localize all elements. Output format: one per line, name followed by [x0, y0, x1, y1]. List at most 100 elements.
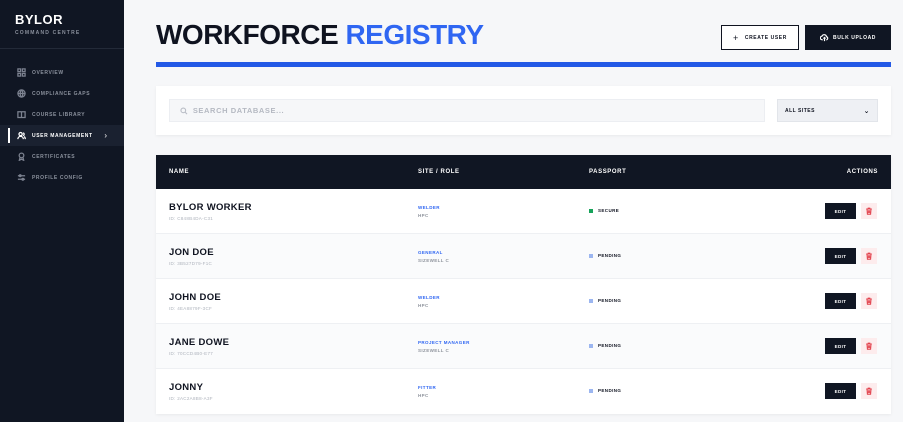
- user-id: ID: 3B527D79-F1C: [169, 261, 213, 266]
- column-header-passport: PASSPORT: [589, 169, 627, 175]
- status-dot: [589, 298, 593, 303]
- create-user-label: CREATE USER: [744, 34, 787, 41]
- table-row: JANE DOWE ID: 70CCD4B0-E77 PROJECT MANAG…: [156, 324, 891, 369]
- passport-status: PENDING: [589, 253, 621, 258]
- edit-button[interactable]: EDIT: [825, 338, 856, 354]
- sidebar-item-label: OVERVIEW: [32, 69, 64, 76]
- table-header: NAME SITE / ROLE PASSPORT ACTIONS: [156, 155, 891, 189]
- brand: BYLOR COMMAND CENTRE: [0, 0, 124, 36]
- sidebar-item-label: CERTIFICATES: [32, 153, 76, 160]
- user-id: ID: C848B4DA-C31: [169, 216, 214, 221]
- users-icon: [17, 131, 26, 140]
- page-title-part2: REGISTRY: [345, 19, 484, 50]
- passport-status-label: PENDING: [598, 388, 622, 393]
- user-role: GENERAL: [418, 250, 443, 255]
- user-name: JOHN DOE: [169, 292, 222, 303]
- trash-icon: [866, 387, 872, 395]
- edit-button[interactable]: EDIT: [825, 293, 856, 309]
- delete-button[interactable]: [861, 203, 877, 219]
- plus-icon: +: [733, 32, 739, 43]
- column-header-site-role: SITE / ROLE: [418, 169, 460, 175]
- user-role: WELDER: [418, 205, 440, 210]
- grid-icon: [17, 68, 26, 77]
- search-icon: [180, 106, 188, 115]
- table-row: JON DOE ID: 3B527D79-F1C GENERAL SIZEWEL…: [156, 234, 891, 279]
- bulk-upload-label: BULK UPLOAD: [833, 34, 876, 41]
- user-id: ID: 2AC2A8B8-A3F: [169, 396, 213, 401]
- status-dot: [589, 388, 593, 393]
- user-site: HPC: [418, 303, 429, 308]
- page-title-part1: WORKFORCE: [156, 19, 339, 50]
- edit-button[interactable]: EDIT: [825, 383, 856, 399]
- book-icon: [17, 110, 26, 119]
- edit-button[interactable]: EDIT: [825, 203, 856, 219]
- sidebar-item-user-management[interactable]: USER MANAGEMENT ›: [0, 125, 124, 146]
- edit-button[interactable]: EDIT: [825, 248, 856, 264]
- delete-button[interactable]: [861, 248, 877, 264]
- site-filter-value: ALL SITES: [785, 107, 815, 114]
- table-row: JOHN DOE ID: 4EA8879F-3CF WELDER HPC PEN…: [156, 279, 891, 324]
- users-table: NAME SITE / ROLE PASSPORT ACTIONS BYLOR …: [156, 155, 891, 414]
- sidebar-item-label: COURSE LIBRARY: [32, 111, 86, 118]
- sidebar-item-overview[interactable]: OVERVIEW: [0, 62, 124, 83]
- column-header-name: NAME: [169, 169, 190, 175]
- chevron-right-icon: ›: [104, 130, 107, 140]
- passport-status-label: PENDING: [598, 343, 622, 348]
- sidebar-divider: [0, 48, 124, 49]
- trash-icon: [866, 252, 872, 260]
- trash-icon: [866, 342, 872, 350]
- delete-button[interactable]: [861, 338, 877, 354]
- delete-button[interactable]: [861, 383, 877, 399]
- page-title: WORKFORCE REGISTRY: [156, 20, 484, 50]
- sidebar-item-label: PROFILE CONFIG: [32, 174, 83, 181]
- table-row: JONNY ID: 2AC2A8B8-A3F FITTER HPC PENDIN…: [156, 369, 891, 414]
- trash-icon: [866, 207, 872, 215]
- award-icon: [17, 152, 26, 161]
- column-header-actions: ACTIONS: [846, 169, 878, 175]
- user-name: JANE DOWE: [169, 337, 230, 348]
- status-dot: [589, 208, 593, 213]
- sidebar: BYLOR COMMAND CENTRE OVERVIEW COMPLIANCE…: [0, 0, 124, 422]
- user-role: FITTER: [418, 385, 437, 390]
- passport-status: PENDING: [589, 388, 621, 393]
- create-user-button[interactable]: + CREATE USER: [721, 25, 799, 50]
- trash-icon: [866, 297, 872, 305]
- sidebar-item-compliance-gaps[interactable]: COMPLIANCE GAPS: [0, 83, 124, 104]
- user-role: WELDER: [418, 295, 440, 300]
- delete-button[interactable]: [861, 293, 877, 309]
- table-row: BYLOR WORKER ID: C848B4DA-C31 WELDER HPC…: [156, 189, 891, 234]
- passport-status: PENDING: [589, 298, 621, 303]
- passport-status-label: PENDING: [598, 298, 622, 303]
- user-name: BYLOR WORKER: [169, 202, 252, 213]
- chevron-down-icon: ⌄: [863, 107, 870, 115]
- sidebar-item-profile-config[interactable]: PROFILE CONFIG: [0, 167, 124, 188]
- user-id: ID: 4EA8879F-3CF: [169, 306, 213, 311]
- sliders-icon: [17, 173, 26, 182]
- sidebar-item-course-library[interactable]: COURSE LIBRARY: [0, 104, 124, 125]
- brand-title: BYLOR: [15, 12, 63, 27]
- search-box[interactable]: [169, 99, 765, 122]
- sidebar-item-certificates[interactable]: CERTIFICATES: [0, 146, 124, 167]
- passport-status-label: PENDING: [598, 253, 622, 258]
- status-dot: [589, 253, 593, 258]
- search-input[interactable]: [192, 106, 764, 115]
- user-site: SIZEWELL C: [418, 258, 450, 263]
- sidebar-item-label: USER MANAGEMENT: [32, 132, 93, 139]
- site-filter-select[interactable]: ALL SITES ⌄: [777, 99, 878, 122]
- user-site: HPC: [418, 393, 429, 398]
- passport-status: PENDING: [589, 343, 621, 348]
- search-panel: ALL SITES ⌄: [156, 86, 891, 135]
- user-name: JONNY: [169, 382, 204, 393]
- cloud-upload-icon: [820, 34, 829, 42]
- brand-subtitle: COMMAND CENTRE: [15, 30, 81, 36]
- status-dot: [589, 343, 593, 348]
- globe-icon: [17, 89, 26, 98]
- bulk-upload-button[interactable]: BULK UPLOAD: [805, 25, 891, 50]
- user-site: HPC: [418, 213, 429, 218]
- sidebar-item-label: COMPLIANCE GAPS: [32, 90, 91, 97]
- passport-status: SECURE: [589, 208, 619, 213]
- user-role: PROJECT MANAGER: [418, 340, 470, 345]
- passport-status-label: SECURE: [598, 208, 620, 213]
- title-accent-bar: [156, 62, 891, 67]
- user-id: ID: 70CCD4B0-E77: [169, 351, 214, 356]
